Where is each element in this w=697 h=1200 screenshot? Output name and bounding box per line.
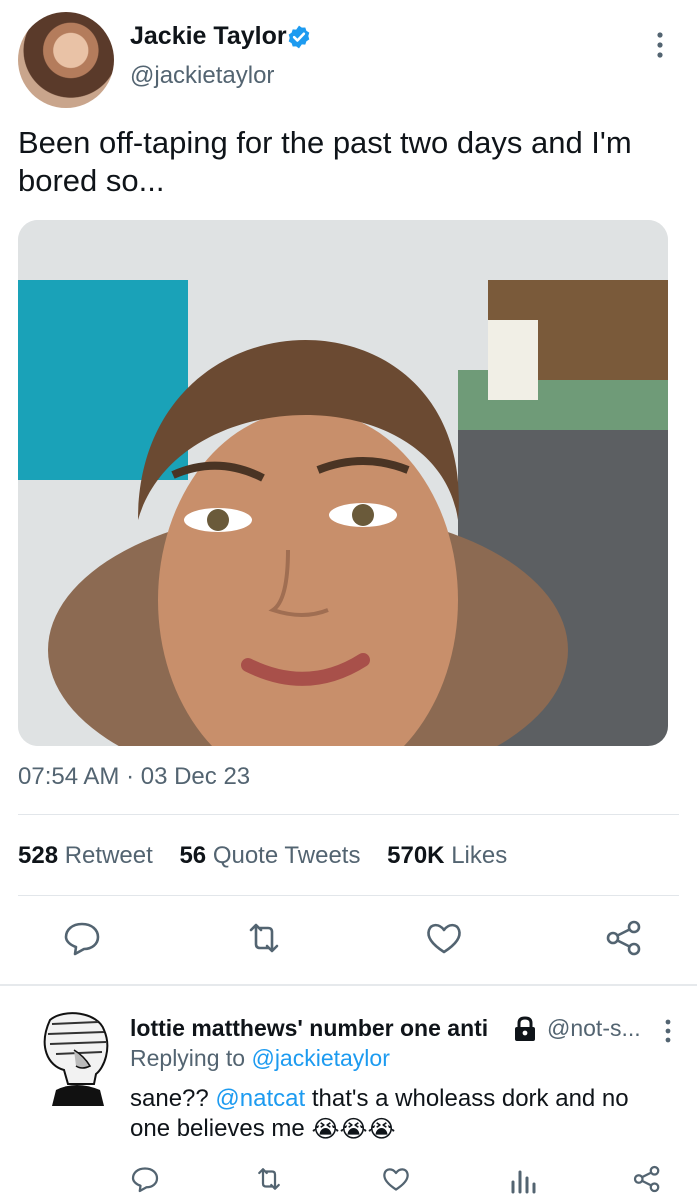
tweet-photo[interactable] <box>18 220 668 746</box>
likes-label: Likes <box>451 842 508 869</box>
reply-text: sane?? @natcat that's a wholeass dork an… <box>130 1084 675 1145</box>
reply-icon[interactable] <box>62 918 102 958</box>
retweet-label: Retweet <box>64 842 153 869</box>
like-icon[interactable] <box>381 1164 411 1194</box>
section-separator <box>0 984 697 986</box>
likes-stat[interactable]: 570K Likes <box>387 842 507 869</box>
author-handle[interactable]: @jackietaylor <box>130 62 274 90</box>
more-icon[interactable] <box>660 1018 676 1044</box>
tweet-stats: 528 Retweet 56 Quote Tweets 570K Likes <box>18 842 507 870</box>
author-avatar[interactable] <box>18 12 114 108</box>
reply-author-handle[interactable]: @not-s... <box>547 1015 641 1042</box>
reply-author-name[interactable]: lottie matthews' number one anti <box>130 1015 488 1042</box>
quote-count: 56 <box>179 842 207 869</box>
author-name[interactable]: Jackie Taylor <box>130 22 287 51</box>
views-icon[interactable] <box>508 1164 538 1194</box>
quote-stat[interactable]: 56 Quote Tweets <box>179 842 360 869</box>
retweet-count: 528 <box>18 842 59 869</box>
likes-count: 570K <box>387 842 445 869</box>
verified-badge-icon <box>288 25 310 49</box>
retweet-icon[interactable] <box>254 1164 284 1194</box>
tweet-text: Been off-taping for the past two days an… <box>18 125 632 198</box>
divider <box>18 895 679 896</box>
replying-prefix: Replying to <box>130 1045 246 1071</box>
replying-to-link[interactable]: @jackietaylor <box>251 1045 389 1071</box>
lock-icon <box>515 1016 535 1041</box>
like-icon[interactable] <box>424 918 464 958</box>
reply-icon[interactable] <box>130 1164 160 1194</box>
retweet-icon[interactable] <box>244 918 284 958</box>
divider <box>18 814 679 815</box>
replying-to: Replying to @jackietaylor <box>130 1045 390 1072</box>
share-icon[interactable] <box>632 1164 662 1194</box>
tweet-timestamp[interactable]: 07:54 AM · 03 Dec 23 <box>18 763 250 791</box>
crying-emoji: 😭😭😭 <box>311 1115 396 1143</box>
selfie-image <box>18 220 668 746</box>
more-icon[interactable] <box>650 30 670 60</box>
reply-text-start: sane?? <box>130 1085 209 1112</box>
mention-link[interactable]: @natcat <box>215 1085 305 1112</box>
quote-label: Quote Tweets <box>212 842 361 869</box>
reply-avatar[interactable] <box>38 1010 114 1106</box>
retweet-stat[interactable]: 528 Retweet <box>18 842 153 869</box>
share-icon[interactable] <box>604 918 644 958</box>
